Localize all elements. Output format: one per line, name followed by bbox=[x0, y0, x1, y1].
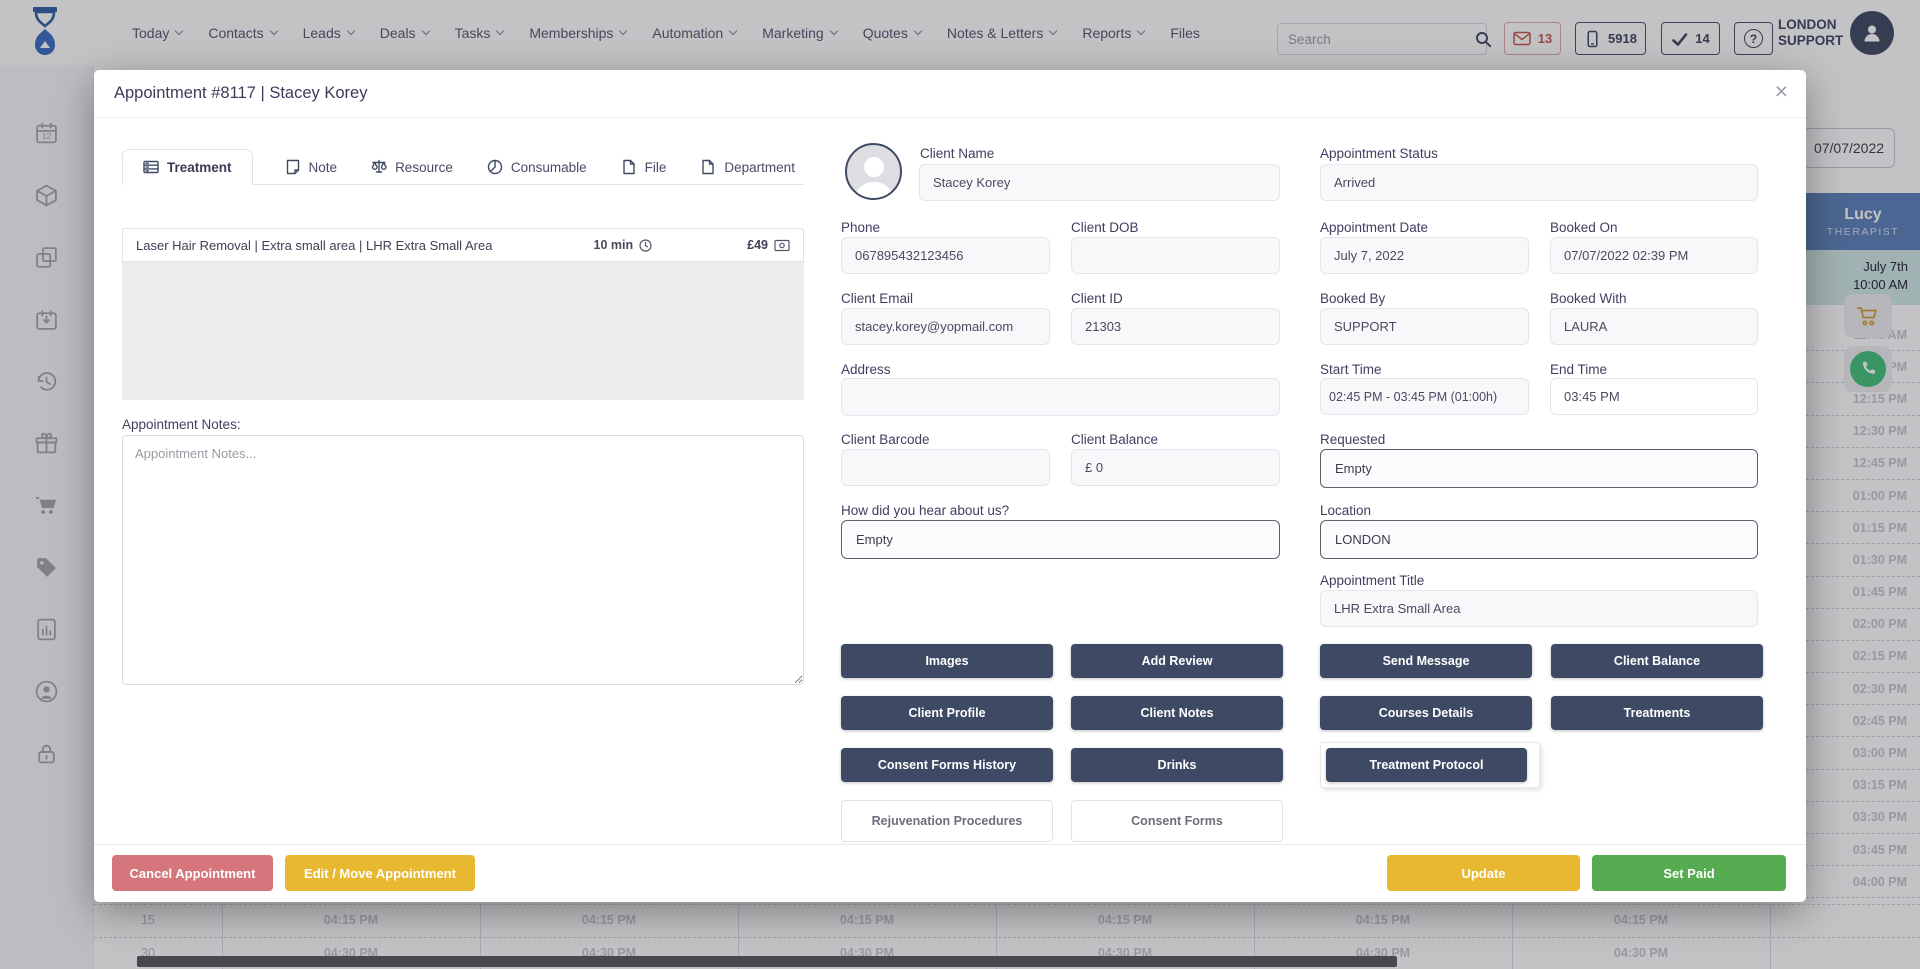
duration-text: 10 min bbox=[594, 238, 634, 252]
requested-value: Empty bbox=[1335, 461, 1372, 476]
phone-label: Phone bbox=[841, 220, 880, 235]
banknote-icon bbox=[774, 239, 790, 252]
tab-label: Treatment bbox=[167, 160, 232, 175]
clock-icon bbox=[639, 239, 652, 252]
treatment-list-icon bbox=[143, 159, 159, 175]
set-paid-button[interactable]: Set Paid bbox=[1592, 855, 1786, 891]
treatment-name: Laser Hair Removal | Extra small area | … bbox=[136, 238, 594, 253]
client-balance-label: Client Balance bbox=[1071, 432, 1158, 447]
document-icon bbox=[700, 159, 716, 175]
cancel-appointment-button[interactable]: Cancel Appointment bbox=[112, 855, 273, 891]
client-name-label: Client Name bbox=[920, 146, 994, 161]
booked-on-label: Booked On bbox=[1550, 220, 1618, 235]
appointment-status-label: Appointment Status bbox=[1320, 146, 1438, 161]
send-message-button[interactable]: Send Message bbox=[1320, 644, 1532, 678]
consent-forms-button[interactable]: Consent Forms bbox=[1071, 800, 1283, 842]
start-time-field[interactable] bbox=[1320, 378, 1529, 415]
client-notes-button[interactable]: Client Notes bbox=[1071, 696, 1283, 730]
client-email-field[interactable] bbox=[841, 308, 1050, 345]
requested-label: Requested bbox=[1320, 432, 1385, 447]
close-icon[interactable]: × bbox=[1775, 80, 1788, 103]
address-label: Address bbox=[841, 362, 891, 377]
tab-label: Department bbox=[724, 160, 795, 175]
scales-icon bbox=[371, 159, 387, 175]
appointment-notes-label: Appointment Notes: bbox=[122, 417, 241, 432]
tab-note[interactable]: Note bbox=[283, 150, 340, 184]
booked-by-label: Booked By bbox=[1320, 291, 1385, 306]
client-balance-field[interactable] bbox=[1071, 449, 1280, 486]
pie-chart-icon bbox=[487, 159, 503, 175]
file-icon bbox=[621, 159, 637, 175]
drinks-button[interactable]: Drinks bbox=[1071, 748, 1283, 782]
address-field[interactable] bbox=[841, 378, 1280, 416]
client-dob-label: Client DOB bbox=[1071, 220, 1139, 235]
tab-department[interactable]: Department bbox=[698, 150, 797, 184]
rejuvenation-procedures-button[interactable]: Rejuvenation Procedures bbox=[841, 800, 1053, 842]
images-button[interactable]: Images bbox=[841, 644, 1053, 678]
booked-on-field[interactable] bbox=[1550, 237, 1758, 274]
treatment-list: Laser Hair Removal | Extra small area | … bbox=[122, 228, 804, 400]
client-avatar bbox=[845, 143, 902, 200]
client-id-field[interactable] bbox=[1071, 308, 1280, 345]
client-barcode-field[interactable] bbox=[841, 449, 1050, 486]
client-name-field[interactable] bbox=[919, 164, 1280, 201]
add-review-button[interactable]: Add Review bbox=[1071, 644, 1283, 678]
treatment-protocol-button[interactable]: Treatment Protocol bbox=[1326, 748, 1527, 782]
consent-forms-history-button[interactable]: Consent Forms History bbox=[841, 748, 1053, 782]
client-dob-field[interactable] bbox=[1071, 237, 1280, 274]
edit-move-appointment-button[interactable]: Edit / Move Appointment bbox=[285, 855, 475, 891]
treatment-price: £49 bbox=[747, 238, 790, 252]
appointment-status-field[interactable] bbox=[1320, 164, 1758, 201]
screen: Today Contacts Leads Deals Tasks Members… bbox=[0, 0, 1920, 969]
client-barcode-label: Client Barcode bbox=[841, 432, 930, 447]
tab-consumable[interactable]: Consumable bbox=[485, 150, 589, 184]
appointment-modal: Appointment #8117 | Stacey Korey × Treat… bbox=[94, 70, 1806, 902]
start-time-label: Start Time bbox=[1320, 362, 1382, 377]
end-time-field[interactable] bbox=[1550, 378, 1758, 415]
modal-tabs: Treatment Note Resource Consumable File … bbox=[122, 144, 804, 185]
phone-field[interactable] bbox=[841, 237, 1050, 274]
tab-label: Resource bbox=[395, 160, 453, 175]
location-select[interactable]: LONDON bbox=[1320, 520, 1758, 559]
tab-label: Note bbox=[309, 160, 338, 175]
client-email-label: Client Email bbox=[841, 291, 913, 306]
tab-resource[interactable]: Resource bbox=[369, 150, 455, 184]
hear-about-select[interactable]: Empty bbox=[841, 520, 1280, 559]
appointment-notes-textarea[interactable] bbox=[122, 435, 804, 685]
booked-by-field[interactable] bbox=[1320, 308, 1529, 345]
appointment-title-label: Appointment Title bbox=[1320, 573, 1424, 588]
client-id-label: Client ID bbox=[1071, 291, 1123, 306]
treatment-duration: 10 min bbox=[594, 238, 653, 252]
tab-label: Consumable bbox=[511, 160, 587, 175]
end-time-label: End Time bbox=[1550, 362, 1607, 377]
price-text: £49 bbox=[747, 238, 768, 252]
client-profile-button[interactable]: Client Profile bbox=[841, 696, 1053, 730]
note-icon bbox=[285, 159, 301, 175]
booked-with-field[interactable] bbox=[1550, 308, 1758, 345]
appointment-title-field[interactable] bbox=[1320, 590, 1758, 627]
requested-select[interactable]: Empty bbox=[1320, 449, 1758, 488]
treatment-row[interactable]: Laser Hair Removal | Extra small area | … bbox=[122, 228, 804, 262]
hear-about-label: How did you hear about us? bbox=[841, 503, 1009, 518]
treatments-button[interactable]: Treatments bbox=[1551, 696, 1763, 730]
modal-footer: Cancel Appointment Edit / Move Appointme… bbox=[94, 844, 1806, 902]
update-button[interactable]: Update bbox=[1387, 855, 1580, 891]
appointment-date-label: Appointment Date bbox=[1320, 220, 1428, 235]
tab-label: File bbox=[645, 160, 667, 175]
location-value: LONDON bbox=[1335, 532, 1391, 547]
person-silhouette-icon bbox=[851, 150, 897, 198]
client-balance-button[interactable]: Client Balance bbox=[1551, 644, 1763, 678]
booked-with-label: Booked With bbox=[1550, 291, 1627, 306]
tab-file[interactable]: File bbox=[619, 150, 669, 184]
tab-treatment[interactable]: Treatment bbox=[122, 149, 253, 185]
location-label: Location bbox=[1320, 503, 1371, 518]
appointment-date-field[interactable] bbox=[1320, 237, 1529, 274]
modal-title: Appointment #8117 | Stacey Korey bbox=[114, 84, 367, 103]
modal-header: Appointment #8117 | Stacey Korey bbox=[94, 70, 1806, 118]
hear-about-value: Empty bbox=[856, 532, 893, 547]
courses-details-button[interactable]: Courses Details bbox=[1320, 696, 1532, 730]
